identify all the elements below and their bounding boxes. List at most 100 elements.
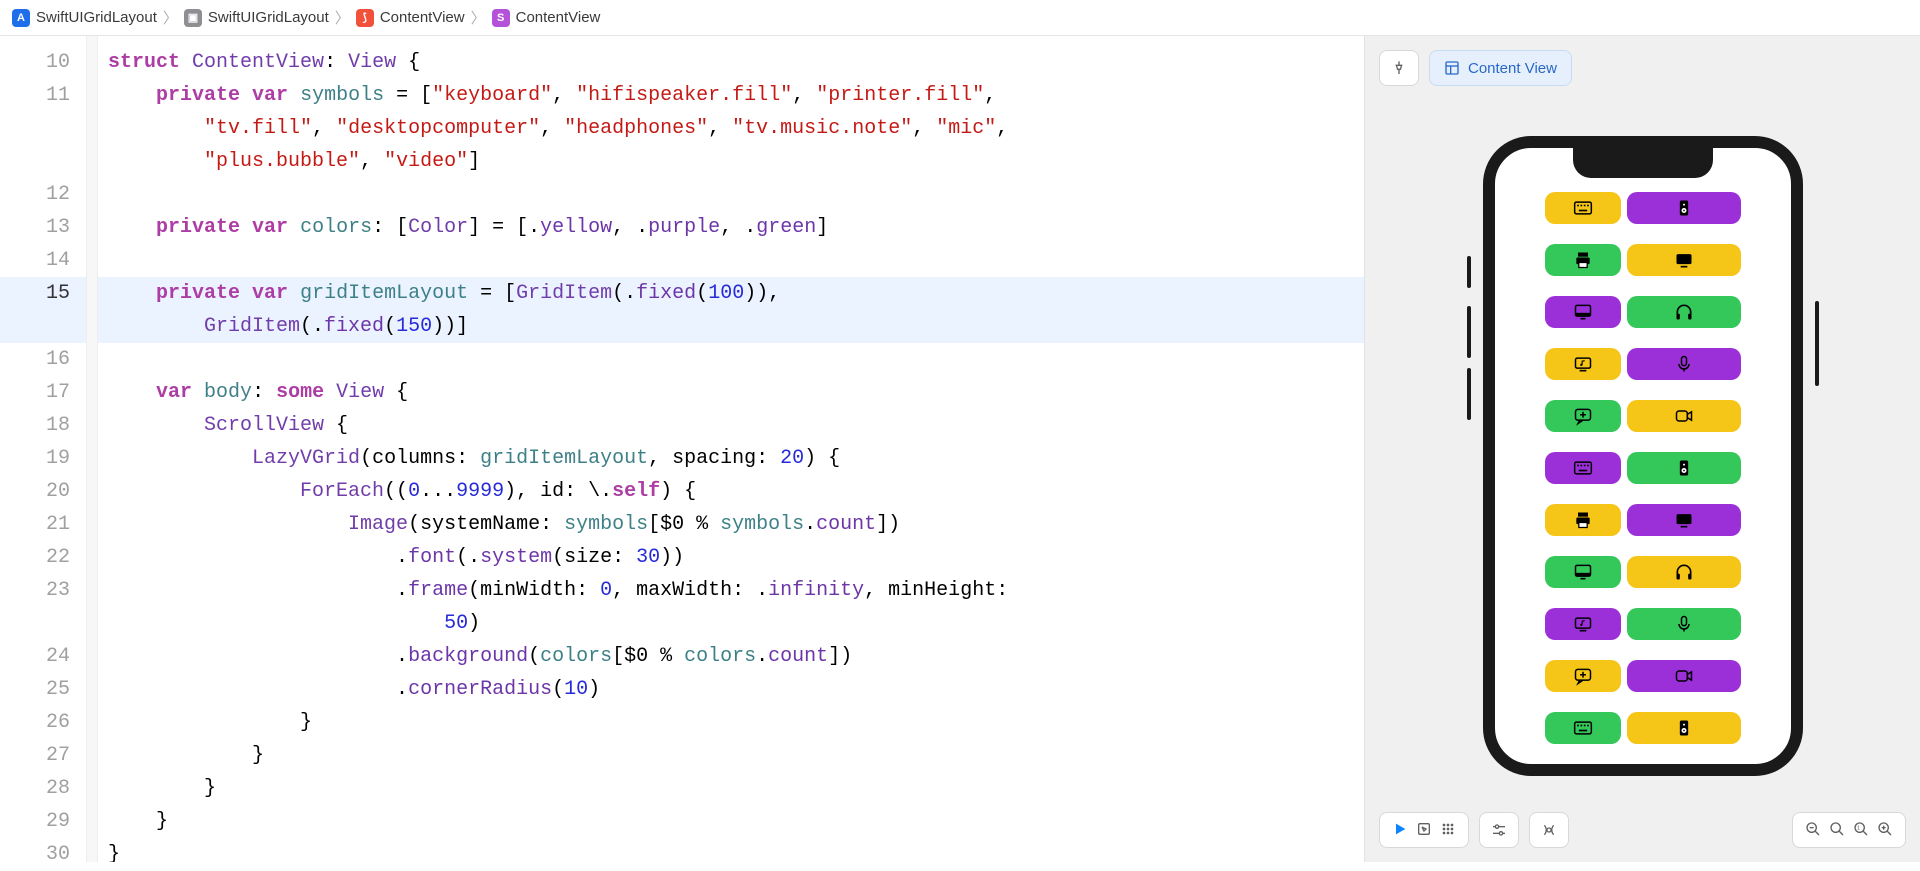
code-line[interactable]: GridItem(.fixed(150))] — [98, 310, 1364, 343]
grid-row — [1545, 660, 1741, 692]
keyboard-icon — [1573, 198, 1593, 218]
code-line[interactable]: "plus.bubble", "video"] — [98, 145, 1364, 178]
lazy-vgrid — [1495, 148, 1791, 744]
line-number: 18 — [0, 409, 70, 442]
code-line[interactable] — [98, 343, 1364, 376]
grid-row — [1545, 296, 1741, 328]
code-editor[interactable]: 1011121314151617181920212223242526272829… — [0, 36, 1364, 862]
headphones-icon — [1674, 562, 1694, 582]
grid-cell — [1627, 452, 1741, 484]
live-preview-button[interactable] — [1392, 821, 1408, 840]
code-line[interactable]: private var symbols = ["keyboard", "hifi… — [98, 79, 1364, 112]
grid-cell — [1545, 348, 1621, 380]
grid-cell — [1627, 192, 1741, 224]
breadcrumb-item-file[interactable]: ⟆ ContentView — [356, 9, 465, 27]
grid-cell — [1545, 712, 1621, 744]
code-line[interactable] — [98, 178, 1364, 211]
preview-selector-button[interactable]: Content View — [1429, 50, 1572, 86]
code-line[interactable]: ForEach((0...9999), id: \.self) { — [98, 475, 1364, 508]
hifispeaker-icon — [1674, 458, 1694, 478]
breadcrumb-item-symbol[interactable]: S ContentView — [492, 9, 601, 27]
grid-cell — [1627, 348, 1741, 380]
code-line[interactable]: } — [98, 706, 1364, 739]
line-number: 30 — [0, 838, 70, 871]
phone-screen[interactable] — [1495, 148, 1791, 764]
slider-icon — [1490, 822, 1508, 838]
code-area[interactable]: struct ContentView: View { private var s… — [98, 36, 1364, 862]
code-line[interactable]: 50) — [98, 607, 1364, 640]
hifispeaker-icon — [1674, 198, 1694, 218]
chevron-right-icon: 〉 — [163, 7, 178, 28]
grid-cell — [1627, 660, 1741, 692]
grid-cell — [1545, 452, 1621, 484]
code-line[interactable]: } — [98, 838, 1364, 862]
code-line[interactable]: .font(.system(size: 30)) — [98, 541, 1364, 574]
folder-icon: ▣ — [184, 9, 202, 27]
code-line[interactable]: Image(systemName: symbols[$0 % symbols.c… — [98, 508, 1364, 541]
app-icon: A — [12, 9, 30, 27]
grid-row — [1545, 556, 1741, 588]
grid-cell — [1545, 192, 1621, 224]
grid-cell — [1545, 556, 1621, 588]
pin-icon — [1391, 60, 1407, 76]
preview-canvas: Content View — [1364, 36, 1920, 862]
grid-row — [1545, 712, 1741, 744]
code-line[interactable]: "tv.fill", "desktopcomputer", "headphone… — [98, 112, 1364, 145]
preview-on-device-button[interactable] — [1529, 812, 1569, 848]
zoom-out-button[interactable] — [1805, 821, 1821, 840]
grid-cell — [1545, 244, 1621, 276]
printer-icon — [1573, 510, 1593, 530]
code-line[interactable]: var body: some View { — [98, 376, 1364, 409]
variants-preview-button[interactable] — [1440, 821, 1456, 840]
selectable-preview-button[interactable] — [1416, 821, 1432, 840]
breadcrumb-label: ContentView — [380, 9, 465, 26]
line-number: 25 — [0, 673, 70, 706]
grid-row — [1545, 608, 1741, 640]
code-line[interactable]: private var gridItemLayout = [GridItem(.… — [98, 277, 1364, 310]
breadcrumb-item-folder[interactable]: ▣ SwiftUIGridLayout — [184, 9, 329, 27]
printer-icon — [1573, 250, 1593, 270]
zoom-controls-group: 1 — [1792, 812, 1906, 848]
device-settings-button[interactable] — [1479, 812, 1519, 848]
desktopcomputer-icon — [1573, 302, 1593, 322]
keyboard-icon — [1573, 458, 1593, 478]
line-number: 17 — [0, 376, 70, 409]
keyboard-icon — [1573, 718, 1593, 738]
preview-controls-group — [1379, 812, 1469, 848]
code-line[interactable]: } — [98, 805, 1364, 838]
grid-cell — [1627, 712, 1741, 744]
struct-icon: S — [492, 9, 510, 27]
tv-icon — [1674, 250, 1694, 270]
code-line[interactable]: LazyVGrid(columns: gridItemLayout, spaci… — [98, 442, 1364, 475]
preview-selector-label: Content View — [1468, 60, 1557, 77]
mic-icon — [1674, 614, 1694, 634]
code-line[interactable]: private var colors: [Color] = [.yellow, … — [98, 211, 1364, 244]
line-number: 10 — [0, 46, 70, 79]
hifispeaker-icon — [1674, 718, 1694, 738]
code-line[interactable]: struct ContentView: View { — [98, 46, 1364, 79]
plusbubble-icon — [1573, 406, 1593, 426]
code-line[interactable]: .background(colors[$0 % colors.count]) — [98, 640, 1364, 673]
fold-ribbon[interactable] — [86, 36, 98, 862]
grid-row — [1545, 504, 1741, 536]
code-line[interactable]: ScrollView { — [98, 409, 1364, 442]
code-line[interactable]: } — [98, 739, 1364, 772]
code-line[interactable] — [98, 244, 1364, 277]
code-line[interactable]: .frame(minWidth: 0, maxWidth: .infinity,… — [98, 574, 1364, 607]
line-number: 27 — [0, 739, 70, 772]
chevron-right-icon: 〉 — [335, 7, 350, 28]
grid-row — [1545, 400, 1741, 432]
code-line[interactable]: } — [98, 772, 1364, 805]
zoom-in-button[interactable] — [1877, 821, 1893, 840]
line-number: 24 — [0, 640, 70, 673]
code-line[interactable]: .cornerRadius(10) — [98, 673, 1364, 706]
zoom-fit-button[interactable] — [1829, 821, 1845, 840]
layout-icon — [1444, 60, 1460, 76]
breadcrumb-item-project[interactable]: A SwiftUIGridLayout — [12, 9, 157, 27]
mic-icon — [1674, 354, 1694, 374]
grid-cell — [1627, 504, 1741, 536]
grid-cell — [1627, 608, 1741, 640]
breadcrumb-label: ContentView — [516, 9, 601, 26]
pin-preview-button[interactable] — [1379, 50, 1419, 86]
zoom-actual-button[interactable]: 1 — [1853, 821, 1869, 840]
